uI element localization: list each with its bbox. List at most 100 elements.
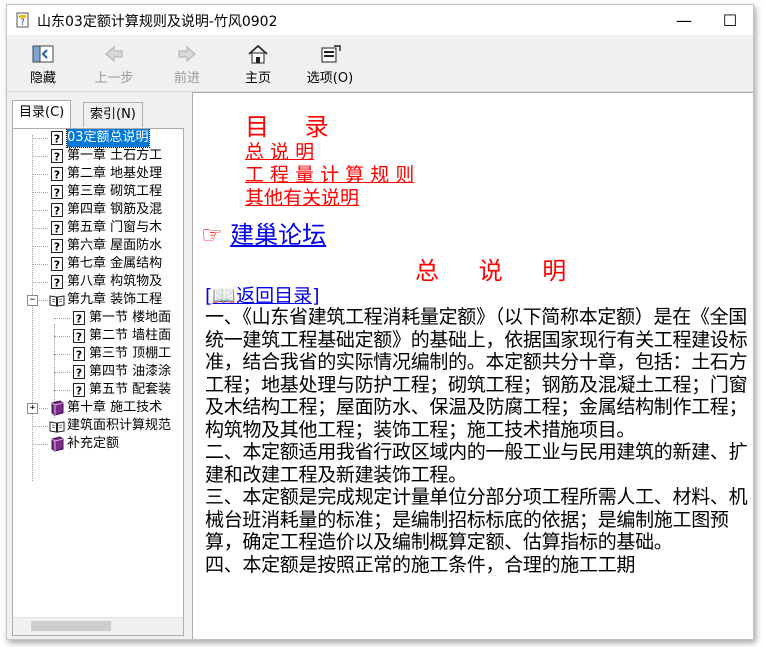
forward-label: 前进 — [173, 71, 200, 86]
tree-connector — [32, 444, 48, 445]
tree-item[interactable]: ? 第六章 屋面防水 — [49, 237, 162, 255]
options-label: 选项(O) — [306, 71, 354, 86]
content-pane[interactable]: 目 录 总 说 明 工 程 量 计 算 规 则 其他有关说明 ☞ 建巢论坛 总 … — [192, 92, 753, 639]
tree-connector — [32, 174, 48, 175]
svg-text:?: ? — [54, 169, 60, 182]
svg-text:?: ? — [54, 133, 60, 146]
svg-text:?: ? — [54, 205, 60, 218]
tree-connector — [32, 228, 48, 229]
help-page-icon: ? — [49, 274, 65, 290]
contents-tree[interactable]: − + ? 03定额总说明? 第一章 土石方工? 第二章 地基处理? 第三章 砌筑工程?… — [12, 128, 184, 636]
paragraph: 三、本定额是完成规定计量单位分部分项工程所需人工、材料、机械台班消耗量的标准；是… — [205, 486, 748, 553]
help-page-icon: ? — [49, 166, 65, 182]
tree-item-label: 第五章 门窗与木 — [67, 220, 163, 235]
tree-item-label: 第一章 土石方工 — [67, 148, 163, 163]
forward-button[interactable]: 前进 — [152, 39, 222, 87]
closed-book-icon — [49, 436, 65, 452]
tree-item[interactable]: ? 第五章 门窗与木 — [49, 219, 162, 237]
tree-item-label: 第五节 配套装 — [89, 382, 172, 397]
tree-connector — [32, 138, 48, 139]
tree-item-label: 第七章 金属结构 — [67, 256, 163, 271]
tree-item[interactable]: 第九章 装饰工程 — [49, 291, 162, 309]
tree-connector — [54, 336, 70, 337]
tree-item-label: 第八章 构筑物及 — [67, 274, 163, 289]
tab-index[interactable]: 索引(N) — [83, 102, 143, 127]
tree-item[interactable]: 补充定额 — [49, 435, 119, 453]
paragraph: 二、本定额适用我省行政区域内的一般工业与民用建筑的新建、扩建和改建工程及新建装饰… — [205, 441, 748, 486]
tree-item[interactable]: ? 第三章 砌筑工程 — [49, 183, 162, 201]
help-page-icon: ? — [71, 310, 87, 326]
hide-button[interactable]: 隐藏 — [8, 39, 78, 87]
tree-item-label: 第一节 楼地面 — [89, 310, 172, 325]
tree-item[interactable]: ? 第三节 顶棚工 — [71, 345, 171, 363]
tree-item-label: 第十章 施工技术 — [67, 400, 163, 415]
help-page-icon: ? — [49, 220, 65, 236]
help-page-icon: ? — [71, 328, 87, 344]
minimize-button[interactable]: — — [661, 5, 707, 35]
tree-item-label: 补充定额 — [67, 436, 120, 451]
forum-link[interactable]: 建巢论坛 — [230, 221, 326, 249]
section-heading: 总 说 明 — [415, 257, 583, 285]
tree-item[interactable]: ? 第五节 配套装 — [71, 381, 171, 399]
open-book-icon — [49, 418, 65, 434]
help-page-icon: ? — [49, 238, 65, 254]
svg-text:?: ? — [20, 18, 25, 28]
options-icon — [321, 45, 341, 63]
svg-text:?: ? — [54, 241, 60, 254]
tree-item-label: 第六章 屋面防水 — [67, 238, 163, 253]
tree-item[interactable]: ? 第七章 金属结构 — [49, 255, 162, 273]
help-page-icon: ? — [49, 130, 65, 146]
back-label: 上一步 — [94, 71, 134, 86]
tree-item[interactable]: ? 第八章 构筑物及 — [49, 273, 162, 291]
tree-item-label: 第三章 砌筑工程 — [67, 184, 163, 199]
help-app-icon: ? — [16, 12, 29, 28]
help-page-icon: ? — [49, 256, 65, 272]
back-button[interactable]: 上一步 — [79, 39, 149, 87]
home-icon — [248, 44, 268, 64]
tree-item[interactable]: ? 第四章 钢筋及混 — [49, 201, 162, 219]
svg-text:?: ? — [54, 151, 60, 164]
svg-text:?: ? — [76, 385, 82, 398]
tree-item-label: 建筑面积计算规范 — [67, 418, 172, 433]
expand-toggle[interactable]: + — [27, 403, 38, 414]
tree-item[interactable]: 第十章 施工技术 — [49, 399, 162, 417]
collapse-toggle[interactable]: − — [27, 295, 38, 306]
svg-text:?: ? — [76, 367, 82, 380]
tree-item[interactable]: ? 第一章 土石方工 — [49, 147, 162, 165]
title-bar[interactable]: ? 山东03定额计算规则及说明-竹风0902 — ☐ — [7, 5, 753, 35]
svg-text:?: ? — [76, 349, 82, 362]
home-label: 主页 — [244, 71, 271, 86]
toolbar: 隐藏 上一步 前进 主页 选项(O) — [7, 35, 753, 92]
tree-item-label: 第二节 墙柱面 — [89, 328, 172, 343]
tab-contents[interactable]: 目录(C) — [12, 100, 72, 128]
maximize-button[interactable]: ☐ — [707, 5, 753, 35]
tree-item[interactable]: ? 第二节 墙柱面 — [71, 327, 171, 345]
tree-connector — [54, 372, 70, 373]
help-page-icon: ? — [49, 202, 65, 218]
pointing-hand-icon: ☞ — [201, 221, 223, 249]
forum-row: ☞ 建巢论坛 — [201, 215, 326, 250]
scrollbar-thumb[interactable] — [31, 621, 111, 631]
tree-connector — [54, 390, 70, 391]
svg-text:?: ? — [54, 223, 60, 236]
closed-book-icon — [49, 400, 65, 416]
home-button[interactable]: 主页 — [223, 39, 293, 87]
tree-item[interactable]: ? 第四节 油漆涂 — [71, 363, 171, 381]
horizontal-scrollbar[interactable] — [13, 617, 183, 635]
tree-item[interactable]: 建筑面积计算规范 — [49, 417, 171, 435]
tree-connector — [32, 135, 33, 481]
tree-item-label: 第四章 钢筋及混 — [67, 202, 163, 217]
tree-item[interactable]: ? 03定额总说明 — [49, 129, 150, 148]
paragraph: 四、本定额是按照正常的施工条件，合理的施工工期 — [205, 553, 636, 576]
svg-text:?: ? — [76, 313, 82, 326]
tree-connector — [32, 282, 48, 283]
tree-item[interactable]: ? 第二章 地基处理 — [49, 165, 162, 183]
back-to-toc-link[interactable]: [📖返回目录] — [205, 281, 319, 308]
help-page-icon: ? — [49, 148, 65, 164]
paragraph: 一、《山东省建筑工程消耗量定额》（以下简称本定额）是在《全国统一建筑工程基础定额… — [205, 306, 748, 441]
toc-link-other[interactable]: 其他有关说明 — [245, 187, 359, 209]
tree-item[interactable]: ? 第一节 楼地面 — [71, 309, 171, 327]
back-arrow-icon — [105, 45, 123, 63]
options-button[interactable]: 选项(O) — [295, 39, 365, 87]
tree-connector — [32, 192, 48, 193]
